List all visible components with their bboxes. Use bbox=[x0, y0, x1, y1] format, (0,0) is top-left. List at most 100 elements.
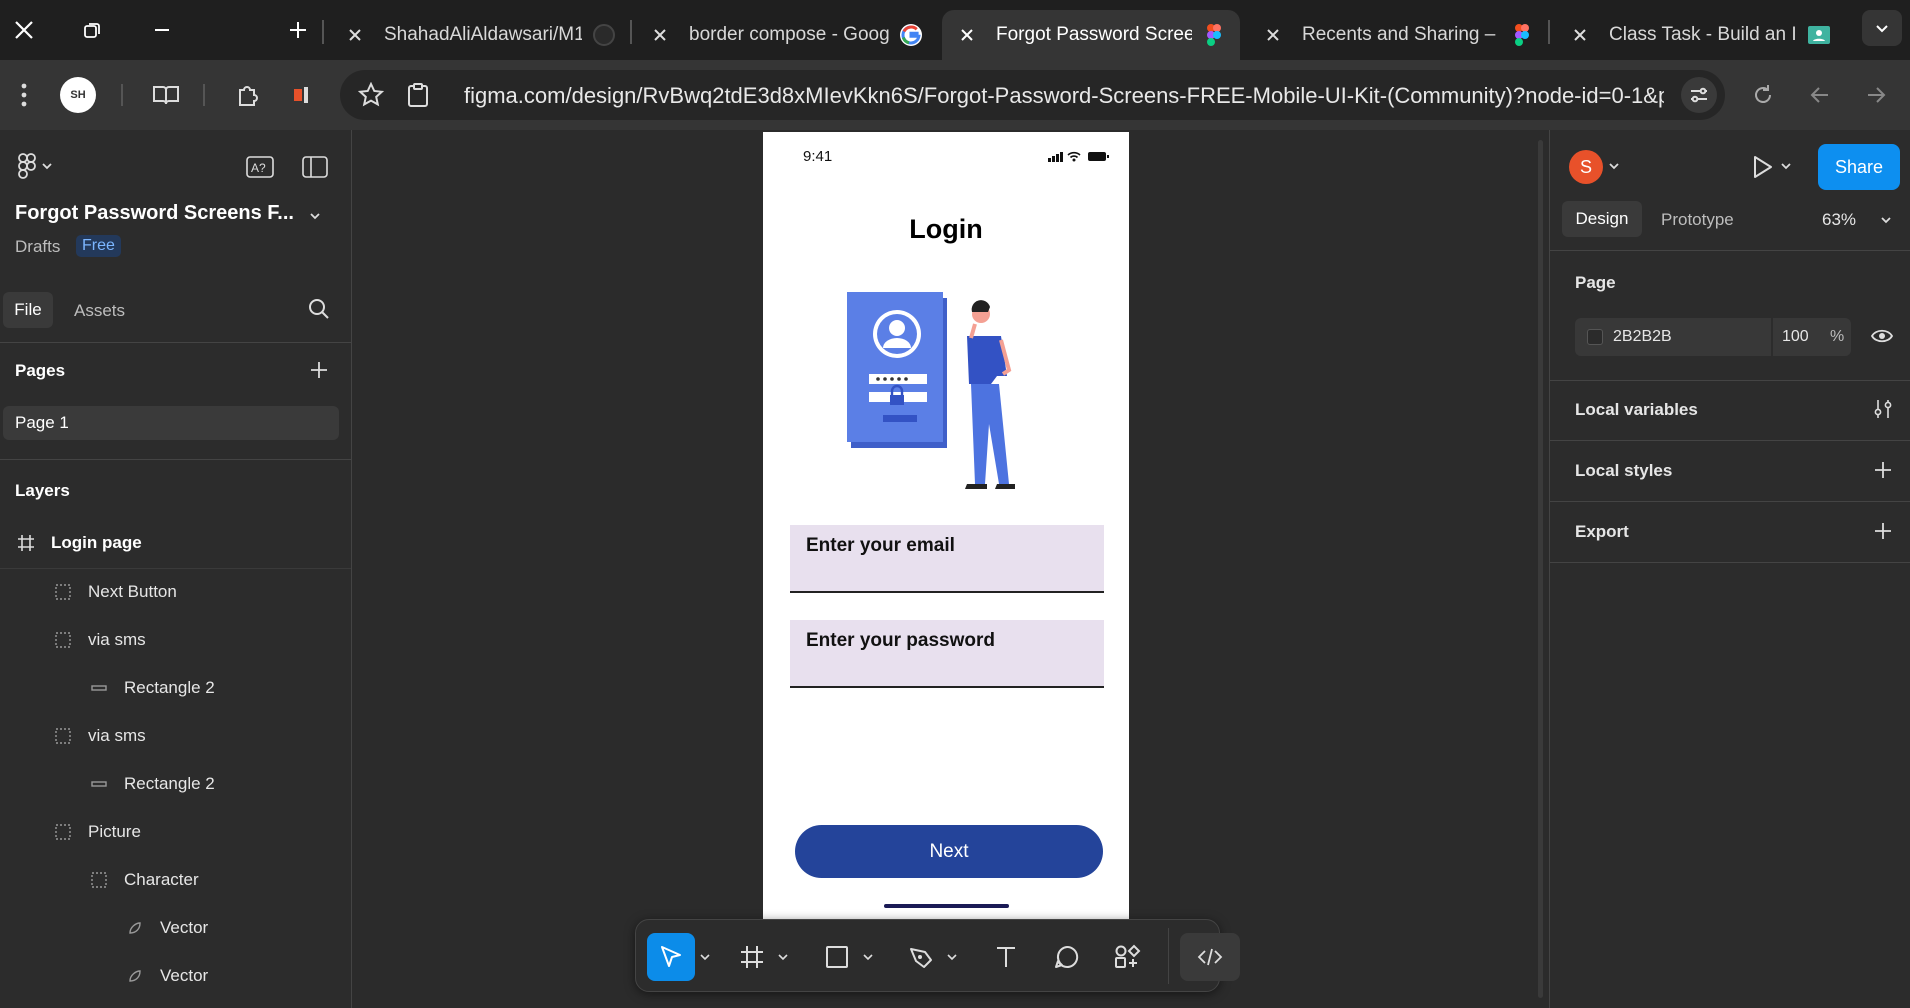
layer-name: Vector bbox=[160, 918, 209, 937]
layer-row[interactable]: Login page bbox=[0, 526, 351, 560]
profile-initials: SH bbox=[70, 89, 86, 101]
page-color-hex[interactable]: 2B2B2B bbox=[1613, 328, 1672, 346]
variables-icon[interactable] bbox=[1872, 398, 1894, 420]
tab-title: border compose - Google bbox=[689, 24, 889, 45]
chevron-down-icon[interactable] bbox=[945, 933, 959, 981]
tab-title: Recents and Sharing – Fig bbox=[1302, 24, 1500, 45]
more-menu-icon[interactable] bbox=[6, 77, 42, 113]
left-panel: A? Forgot Password Screens F... Drafts F… bbox=[0, 130, 352, 1008]
extension-app-icon[interactable] bbox=[285, 77, 321, 113]
page-opacity[interactable]: 100 bbox=[1782, 328, 1809, 346]
tab-search-chevron-icon[interactable] bbox=[1862, 10, 1902, 46]
site-settings-icon[interactable] bbox=[1681, 77, 1717, 113]
browser-tab[interactable]: ShahadAliAldawsari/M1-W bbox=[330, 10, 630, 60]
forward-icon[interactable] bbox=[1858, 77, 1894, 113]
close-tab-icon[interactable] bbox=[1569, 24, 1591, 46]
toggle-sidebar-icon[interactable] bbox=[302, 156, 328, 178]
page-item[interactable]: Page 1 bbox=[3, 406, 339, 440]
text-tool-icon[interactable] bbox=[986, 933, 1026, 981]
move-tool-icon[interactable] bbox=[647, 933, 695, 981]
canvas-scrollbar[interactable] bbox=[1538, 140, 1543, 998]
local-styles-header[interactable]: Local styles bbox=[1575, 461, 1672, 481]
share-button[interactable]: Share bbox=[1818, 144, 1900, 190]
chevron-down-icon[interactable] bbox=[1780, 161, 1792, 171]
ai-icon[interactable]: A? bbox=[246, 156, 274, 178]
export-header[interactable]: Export bbox=[1575, 522, 1629, 542]
chevron-down-icon[interactable] bbox=[776, 933, 790, 981]
frame-tool-icon[interactable] bbox=[732, 933, 772, 981]
pages-header: Pages bbox=[15, 361, 66, 380]
layer-row[interactable]: via sms bbox=[0, 623, 351, 657]
layer-row[interactable]: Rectangle 2 bbox=[0, 671, 351, 705]
clipboard-icon[interactable] bbox=[406, 82, 430, 108]
pen-tool-icon[interactable] bbox=[901, 933, 941, 981]
login-page-frame[interactable]: 9:41 Login Enter your email Enter your p… bbox=[763, 132, 1129, 922]
back-icon[interactable] bbox=[1802, 77, 1838, 113]
comment-tool-icon[interactable] bbox=[1047, 933, 1087, 981]
user-avatar[interactable]: S bbox=[1569, 150, 1603, 184]
reload-icon[interactable] bbox=[1745, 77, 1781, 113]
browser-tab[interactable]: border compose - Google bbox=[635, 10, 940, 60]
reading-mode-icon[interactable] bbox=[148, 77, 184, 113]
add-export-icon[interactable] bbox=[1873, 521, 1893, 541]
layer-name: Picture bbox=[88, 822, 141, 841]
extensions-icon[interactable] bbox=[230, 77, 266, 113]
layer-row[interactable]: Vector bbox=[0, 911, 351, 945]
color-swatch[interactable] bbox=[1587, 329, 1603, 345]
layer-row[interactable]: Next Button bbox=[0, 575, 351, 609]
drafts-location[interactable]: Drafts bbox=[15, 237, 60, 257]
bottom-toolbar bbox=[635, 919, 1240, 992]
tab-prototype[interactable]: Prototype bbox=[1661, 210, 1734, 230]
layer-name: Login page bbox=[51, 533, 142, 552]
url-bar[interactable]: figma.com/design/RvBwq2tdE3d8xMIevKkn6S/… bbox=[340, 70, 1725, 120]
search-icon[interactable] bbox=[308, 298, 330, 320]
close-window-icon[interactable] bbox=[4, 12, 44, 48]
chevron-down-icon[interactable] bbox=[1608, 161, 1620, 171]
add-style-icon[interactable] bbox=[1873, 460, 1893, 480]
local-variables-header[interactable]: Local variables bbox=[1575, 400, 1698, 420]
login-title: Login bbox=[909, 214, 983, 244]
password-field[interactable]: Enter your password bbox=[790, 620, 1104, 688]
layer-name: via sms bbox=[88, 630, 146, 649]
new-tab-icon[interactable] bbox=[278, 12, 318, 48]
minimize-window-icon[interactable] bbox=[142, 12, 182, 48]
actions-tool-icon[interactable] bbox=[1107, 933, 1147, 981]
zoom-level[interactable]: 63% bbox=[1822, 210, 1856, 230]
close-tab-icon[interactable] bbox=[1262, 24, 1284, 46]
visibility-eye-icon[interactable] bbox=[1870, 326, 1894, 346]
chevron-down-icon[interactable] bbox=[309, 210, 321, 222]
layer-row[interactable]: Vector bbox=[0, 959, 351, 993]
profile-avatar[interactable]: SH bbox=[60, 77, 96, 113]
browser-tab[interactable]: Recents and Sharing – Fig bbox=[1248, 10, 1548, 60]
page-color-field[interactable]: 2B2B2B 100 % bbox=[1575, 318, 1851, 356]
close-tab-icon[interactable] bbox=[344, 24, 366, 46]
bookmark-star-icon[interactable] bbox=[358, 82, 384, 108]
tab-file[interactable]: File bbox=[3, 292, 53, 328]
main-menu[interactable] bbox=[17, 153, 53, 179]
layer-row[interactable]: Character bbox=[0, 863, 351, 897]
browser-tab-active[interactable]: Forgot Password Screens bbox=[942, 10, 1240, 60]
email-field[interactable]: Enter your email bbox=[790, 525, 1104, 593]
next-button[interactable]: Next bbox=[795, 825, 1103, 878]
dev-mode-toggle-icon[interactable] bbox=[1180, 933, 1240, 981]
layer-row[interactable]: via sms bbox=[0, 719, 351, 753]
rectangle-tool-icon[interactable] bbox=[817, 933, 857, 981]
file-title[interactable]: Forgot Password Screens F... bbox=[15, 202, 294, 225]
chevron-down-icon[interactable] bbox=[698, 933, 712, 981]
layer-row[interactable]: Rectangle 2 bbox=[0, 767, 351, 801]
chevron-down-icon[interactable] bbox=[861, 933, 875, 981]
tab-design[interactable]: Design bbox=[1562, 201, 1642, 237]
close-tab-icon[interactable] bbox=[649, 24, 671, 46]
design-canvas[interactable]: 9:41 Login Enter your email Enter your p… bbox=[352, 130, 1877, 1008]
classroom-icon bbox=[1808, 26, 1830, 44]
chevron-down-icon[interactable] bbox=[1880, 215, 1892, 225]
layer-name: Vector bbox=[160, 966, 209, 985]
browser-tab[interactable]: Class Task - Build an Inter bbox=[1555, 10, 1845, 60]
present-play-icon[interactable] bbox=[1750, 154, 1774, 180]
svg-text:A?: A? bbox=[251, 161, 266, 175]
close-tab-icon[interactable] bbox=[956, 24, 978, 46]
tab-assets[interactable]: Assets bbox=[74, 301, 125, 321]
add-page-icon[interactable] bbox=[309, 360, 329, 380]
layer-row[interactable]: Picture bbox=[0, 815, 351, 849]
restore-window-icon[interactable] bbox=[72, 12, 112, 48]
